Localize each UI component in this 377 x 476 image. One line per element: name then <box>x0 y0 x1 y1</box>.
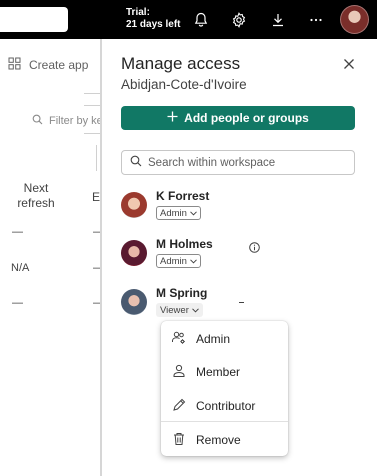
menu-item-label: Contributor <box>196 399 256 413</box>
panel-title: Manage access <box>121 54 241 73</box>
filter-placeholder: Filter by ke <box>49 115 103 127</box>
person-row: M Holmes Admin <box>121 237 361 274</box>
global-search-box[interactable] <box>0 7 68 32</box>
add-people-button[interactable]: Add people or groups <box>121 106 355 130</box>
chevron-down-icon <box>190 256 197 267</box>
trash-icon <box>171 431 187 450</box>
person-avatar <box>121 192 147 218</box>
settings-gear-icon[interactable] <box>228 9 250 31</box>
add-people-label: Add people or groups <box>184 111 309 125</box>
menu-item-label: Member <box>196 365 241 379</box>
table-cell: N/A <box>11 262 30 274</box>
filter-search-icon <box>32 114 43 128</box>
chevron-down-icon <box>192 305 199 316</box>
divider <box>84 105 100 106</box>
table-cell: — <box>12 297 23 309</box>
menu-item-contributor[interactable]: Contributor <box>161 391 288 421</box>
person-icon <box>171 363 187 382</box>
create-app-label: Create app <box>29 58 89 72</box>
divider <box>239 302 244 303</box>
more-options-icon[interactable] <box>305 9 327 31</box>
workspace-search-input[interactable]: Search within workspace <box>121 150 355 175</box>
divider <box>96 145 97 171</box>
plus-icon <box>167 111 178 125</box>
pencil-icon <box>171 397 187 416</box>
notifications-bell-icon[interactable] <box>190 9 212 31</box>
user-avatar[interactable] <box>340 5 369 34</box>
menu-item-member[interactable]: Member <box>161 357 288 387</box>
trial-label: Trial: <box>126 7 150 18</box>
menu-item-label: Admin <box>196 332 231 346</box>
column-header-line: refresh <box>17 196 55 210</box>
person-name: K Forrest <box>156 189 210 203</box>
column-header-line: Next <box>23 181 49 195</box>
menu-item-label: Remove <box>196 433 241 447</box>
chevron-down-icon <box>190 208 197 219</box>
table-cell: — <box>12 226 23 238</box>
person-avatar <box>121 289 147 315</box>
close-icon[interactable] <box>340 55 358 73</box>
top-bar: Trial: 21 days left <box>0 0 377 39</box>
role-label: Admin <box>160 255 187 267</box>
menu-item-remove[interactable]: Remove <box>161 425 288 455</box>
menu-item-admin[interactable]: Admin <box>161 324 288 354</box>
download-icon[interactable] <box>267 9 289 31</box>
role-menu: Admin Member Contributor Remove <box>161 321 288 456</box>
divider <box>84 93 100 94</box>
role-dropdown[interactable]: Viewer <box>156 303 203 317</box>
person-row: K Forrest Admin <box>121 189 361 226</box>
info-icon[interactable] <box>249 241 260 253</box>
workspace-name: Abidjan-Cote-d'Ivoire <box>121 77 247 92</box>
search-icon <box>130 155 142 170</box>
trial-status[interactable]: Trial: 21 days left <box>126 7 180 31</box>
create-app-button[interactable]: Create app <box>8 57 88 73</box>
trial-days: 21 days left <box>126 19 181 30</box>
person-row: M Spring Viewer <box>121 286 361 323</box>
person-name: M Holmes <box>156 237 213 251</box>
admin-people-settings-icon <box>171 330 187 349</box>
filter-input[interactable]: Filter by ke <box>32 114 103 128</box>
role-label: Admin <box>160 207 187 219</box>
person-avatar <box>121 240 147 266</box>
role-label: Viewer <box>160 304 189 316</box>
role-dropdown[interactable]: Admin <box>156 206 201 220</box>
role-dropdown[interactable]: Admin <box>156 254 201 268</box>
menu-divider <box>161 421 288 422</box>
column-header-next-refresh[interactable]: Next refresh <box>14 181 58 211</box>
apps-grid-icon <box>8 57 21 73</box>
divider <box>84 133 100 134</box>
person-name: M Spring <box>156 286 208 300</box>
search-placeholder: Search within workspace <box>148 156 276 169</box>
